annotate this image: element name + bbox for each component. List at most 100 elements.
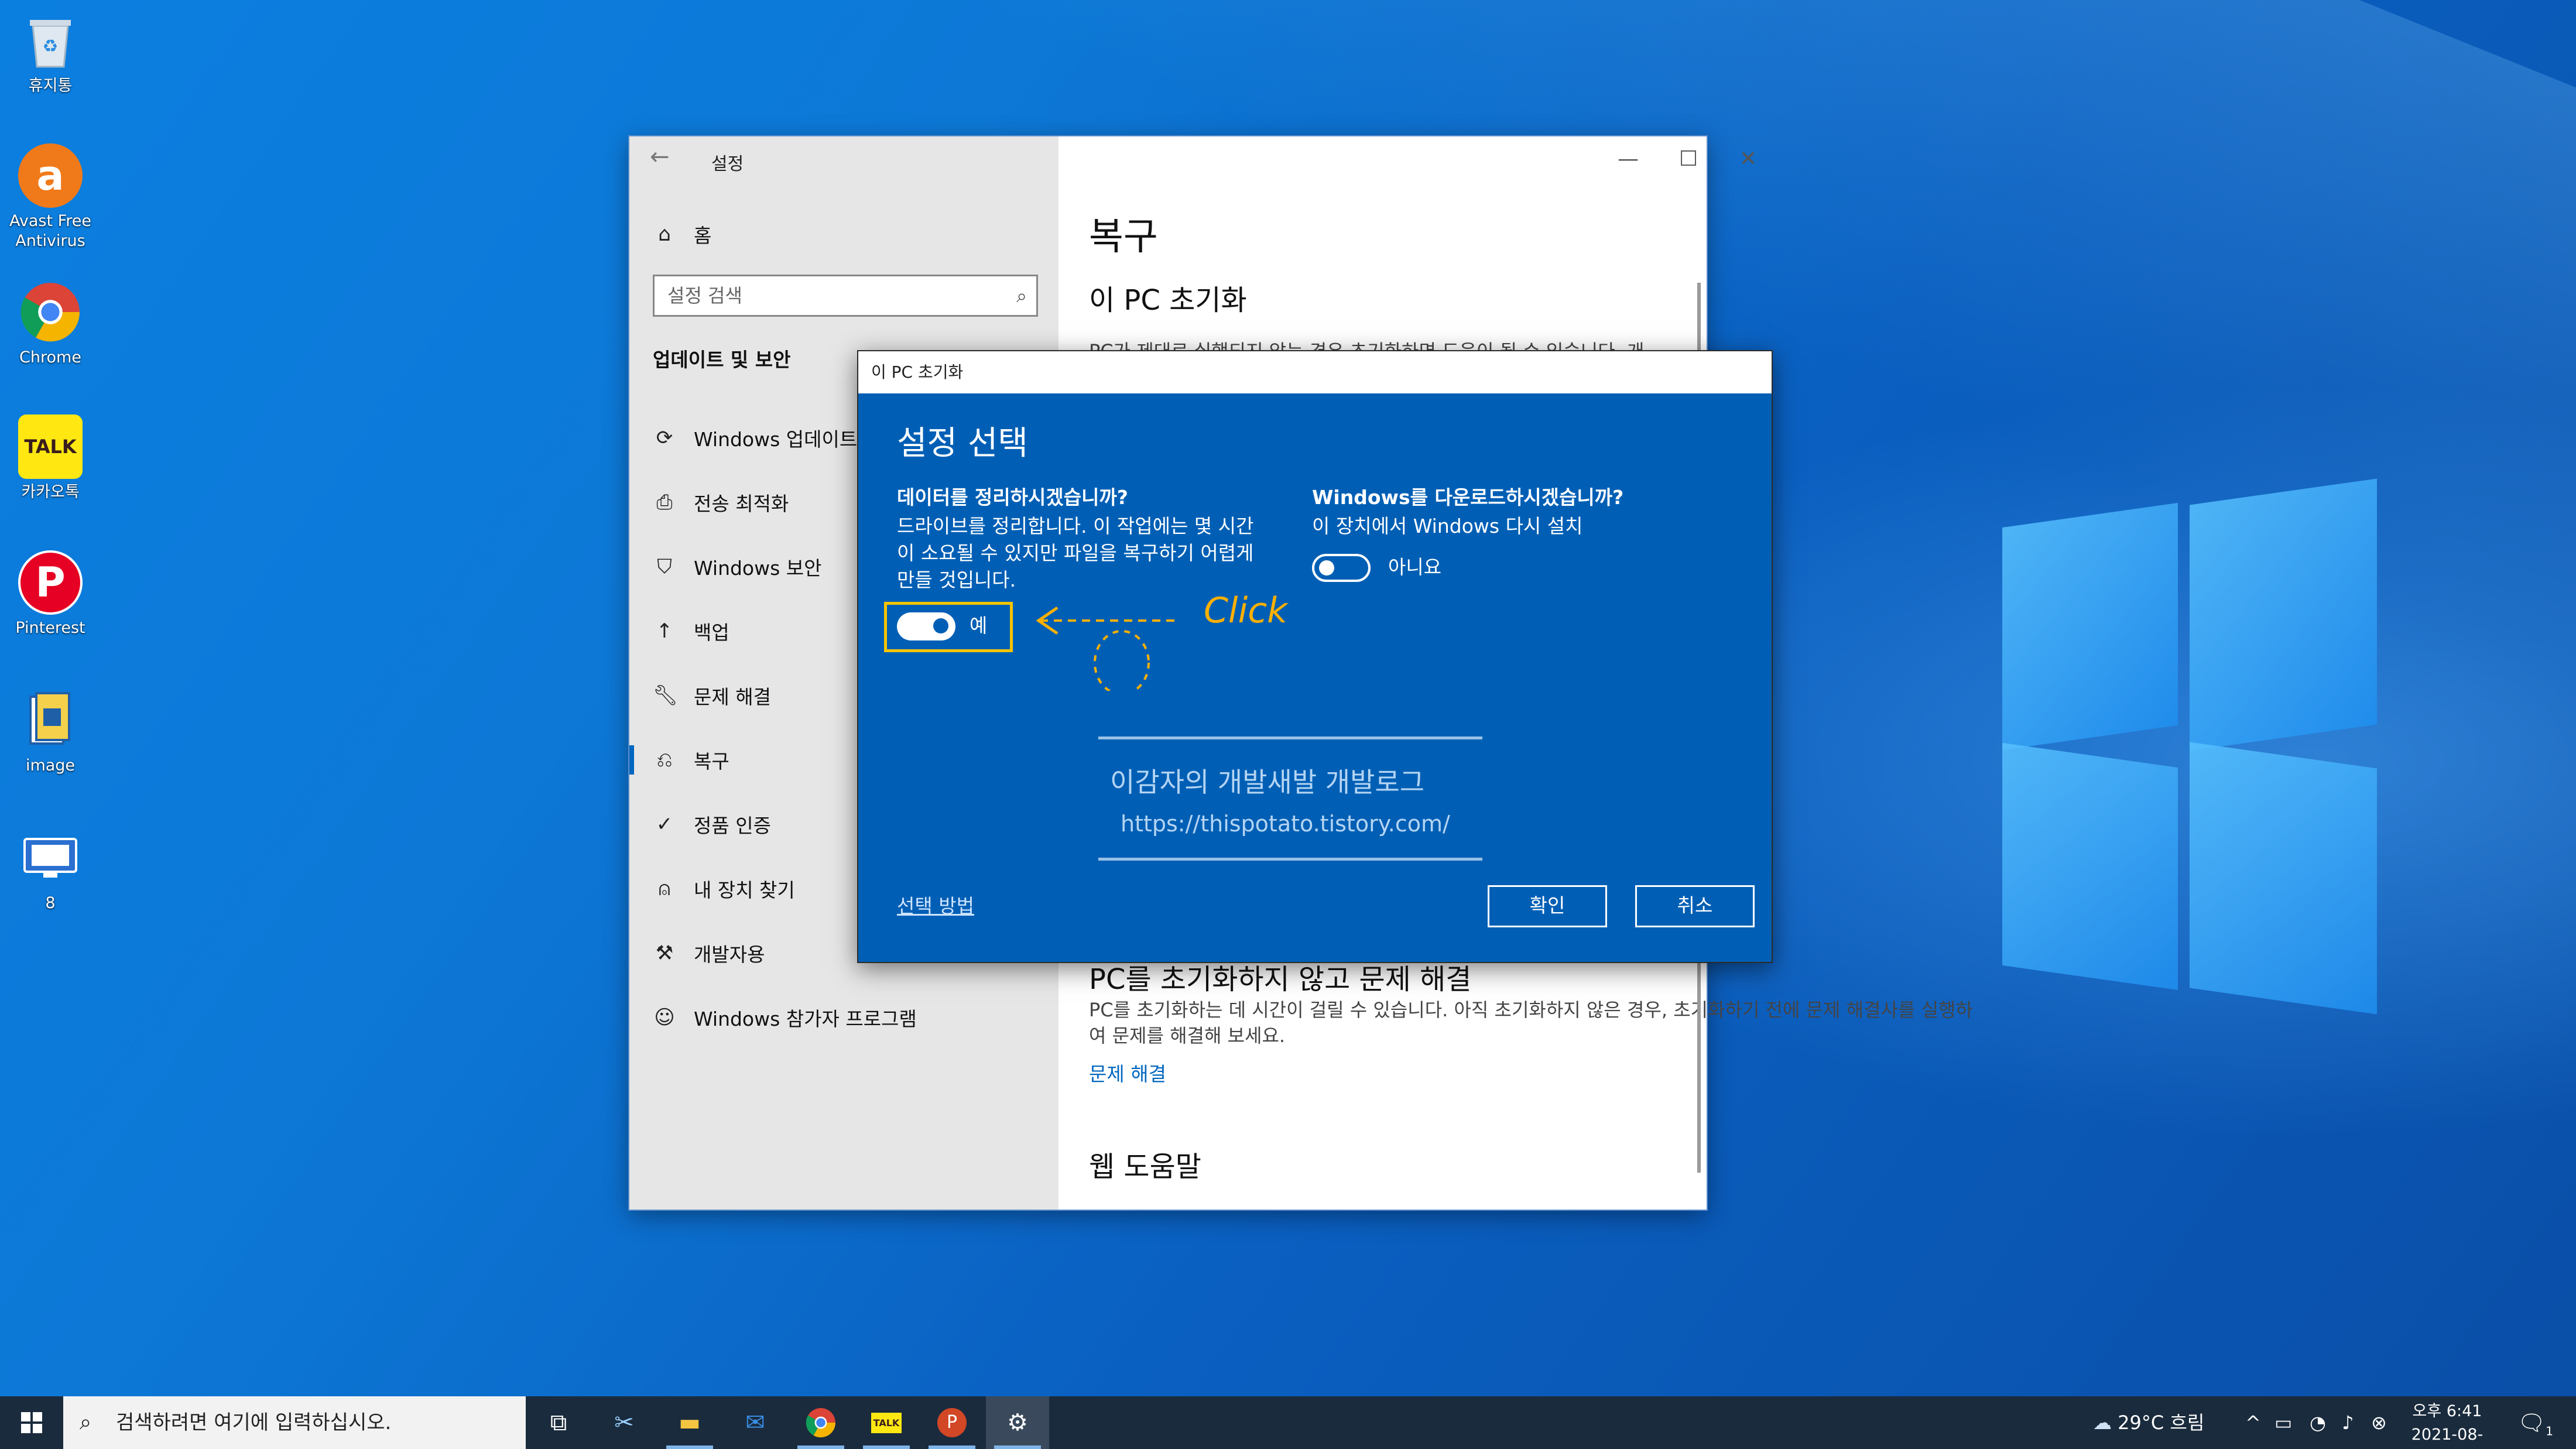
reset-pc-dialog: 이 PC 초기화 설정 선택 데이터를 정리하시겠습니까? 드라이브를 정리합니… <box>857 350 1773 963</box>
desktop-icon-recycle-bin[interactable]: ♻ 휴지통 <box>4 8 97 96</box>
sidebar-item-recovery[interactable]: ⎌ 복구 <box>653 742 729 777</box>
mail-icon: ✉ <box>745 1409 765 1436</box>
taskbar-app-powerpoint[interactable]: P <box>920 1396 984 1449</box>
tray-overflow-chevron-icon[interactable]: ^ <box>2245 1396 2261 1449</box>
taskbar-app-mail[interactable]: ✉ <box>724 1396 787 1449</box>
taskbar: ⌕ 검색하려면 여기에 입력하십시오. ⧉ ✂ ▬ ✉ TALK P ⚙ ☁ 2… <box>0 1396 2576 1449</box>
desktop-icon-kakaotalk[interactable]: TALK 카카오톡 <box>4 415 97 502</box>
folder-icon: ▬ <box>679 1409 701 1436</box>
watermark-top-line <box>1098 737 1482 739</box>
sidebar-item-find-my-device[interactable]: ⍝ 내 장치 찾기 <box>653 871 795 906</box>
start-button[interactable] <box>0 1396 63 1449</box>
window-title: 설정 <box>711 154 744 174</box>
kakaotalk-icon: TALK <box>871 1412 902 1433</box>
notification-center-icon[interactable]: 🗨︎1 <box>2517 1396 2553 1449</box>
back-arrow-icon[interactable]: ← <box>650 143 670 170</box>
chrome-icon <box>806 1408 835 1438</box>
backup-arrow-icon: ↑ <box>656 619 673 643</box>
desktop-icon-image[interactable]: image <box>4 688 97 776</box>
taskbar-search-input[interactable]: ⌕ 검색하려면 여기에 입력하십시오. <box>63 1396 526 1449</box>
desktop-icon-pinterest[interactable]: P Pinterest <box>4 550 97 638</box>
sidebar-item-label: 복구 <box>694 750 729 773</box>
annotation-click-text: Click <box>1204 590 1287 631</box>
ok-button[interactable]: 확인 <box>1488 885 1607 927</box>
clean-data-toggle-label: 예 <box>970 614 988 637</box>
watermark-bottom-line <box>1098 858 1482 861</box>
web-help-heading: 웹 도움말 <box>1089 1150 1201 1183</box>
dialog-heading: 설정 선택 <box>897 424 1028 463</box>
sidebar-item-for-developers[interactable]: ⚒ 개발자용 <box>653 936 765 971</box>
sidebar-item-troubleshoot[interactable]: 🔧︎ 문제 해결 <box>653 678 771 713</box>
sidebar-item-label: 개발자용 <box>694 943 765 966</box>
taskbar-app-kakaotalk[interactable]: TALK <box>855 1396 918 1449</box>
how-to-choose-link[interactable]: 선택 방법 <box>897 893 974 920</box>
desktop-icon-avast[interactable]: a Avast Free Antivirus <box>4 143 97 251</box>
taskbar-app-snip[interactable]: ✂ <box>592 1396 656 1449</box>
sidebar-item-label: Windows 보안 <box>694 557 822 580</box>
taskbar-app-settings[interactable]: ⚙ <box>986 1396 1049 1449</box>
toggle-knob <box>933 618 948 633</box>
desktop-icon-label: Pinterest <box>15 619 85 637</box>
sidebar-item-windows-security[interactable]: ⛉ Windows 보안 <box>653 549 822 584</box>
search-placeholder: 설정 검색 <box>667 285 742 307</box>
sidebar-item-label: 홈 <box>694 224 712 247</box>
recovery-icon: ⎌ <box>656 748 673 772</box>
monitor-icon <box>18 825 83 890</box>
sync-icon: ⟳ <box>656 426 673 450</box>
watermark-url: https://thispotato.tistory.com/ <box>1121 811 1450 837</box>
sidebar-item-label: Windows 업데이트 <box>694 428 858 451</box>
desktop-icon-label: Chrome <box>19 348 81 366</box>
sidebar-item-label: 전송 최적화 <box>694 492 789 515</box>
ime-icon[interactable]: ⊗ <box>2371 1396 2387 1449</box>
cancel-button[interactable]: 취소 <box>1635 885 1755 927</box>
download-windows-toggle[interactable] <box>1312 554 1371 582</box>
clean-data-desc-2: 이 소요될 수 있지만 파일을 복구하기 어렵게 <box>897 542 1254 564</box>
windows-icon <box>21 1412 42 1433</box>
taskbar-app-explorer[interactable]: ▬ <box>658 1396 721 1449</box>
troubleshoot-link[interactable]: 문제 해결 <box>1089 1059 1166 1087</box>
search-placeholder: 검색하려면 여기에 입력하십시오. <box>116 1411 392 1434</box>
weather-text: 29°C 흐림 <box>2118 1412 2205 1434</box>
selected-indicator <box>629 745 634 775</box>
download-windows-desc: 이 장치에서 Windows 다시 설치 <box>1312 515 1583 537</box>
watermark-title: 이감자의 개발새발 개발로그 <box>1110 766 1425 798</box>
volume-icon[interactable]: ♪ <box>2342 1396 2354 1449</box>
clean-data-desc-1: 드라이브를 정리합니다. 이 작업에는 몇 시간 <box>897 515 1254 537</box>
wrench-icon: 🔧︎ <box>653 684 679 707</box>
sidebar-item-activation[interactable]: ✓ 정품 인증 <box>653 807 771 842</box>
search-icon: ⌕ <box>80 1410 92 1434</box>
notification-count: 1 <box>2546 1424 2553 1438</box>
network-icon[interactable]: ◔ <box>2310 1396 2326 1449</box>
sidebar-item-label: 백업 <box>694 621 729 644</box>
desktop-icon-8[interactable]: 8 <box>4 825 97 913</box>
task-view-button[interactable]: ⧉ <box>527 1396 590 1449</box>
clock-time: 오후 6:41 <box>2412 1402 2482 1420</box>
dev-tools-icon: ⚒ <box>655 941 674 965</box>
svg-text:♻: ♻ <box>43 36 59 57</box>
sidebar-item-windows-insider[interactable]: ☺ Windows 참가자 프로그램 <box>653 1000 917 1035</box>
weather-widget[interactable]: ☁ 29°C 흐림 <box>2093 1396 2204 1449</box>
home-icon: ⌂ <box>658 222 671 246</box>
settings-search-input[interactable]: 설정 검색 ⌕ <box>653 275 1038 317</box>
clean-data-toggle[interactable] <box>897 612 955 640</box>
sidebar-item-home[interactable]: ⌂ 홈 <box>653 217 711 252</box>
minimize-icon[interactable]: — <box>1618 147 1639 171</box>
troubleshoot-description: PC를 초기화하는 데 시간이 걸릴 수 있습니다. 아직 초기화하지 않은 경… <box>1089 999 1973 1047</box>
desktop-icon-label: 카카오톡 <box>21 483 80 501</box>
sidebar-item-delivery-optimization[interactable]: ⎙ 전송 최적화 <box>653 485 789 520</box>
clock[interactable]: 오후 6:41 2021-08-08 <box>2406 1400 2488 1449</box>
avast-icon: a <box>18 143 83 208</box>
battery-icon[interactable]: ▭ <box>2274 1396 2292 1449</box>
close-icon[interactable]: ✕ <box>1739 147 1757 171</box>
insider-cat-icon: ☺ <box>654 1006 675 1029</box>
cloud-icon: ☁ <box>2093 1412 2112 1434</box>
taskbar-app-chrome[interactable] <box>789 1396 852 1449</box>
gear-icon: ⚙ <box>1007 1409 1028 1436</box>
windows-wallpaper-logo <box>1979 478 2389 1015</box>
sidebar-item-windows-update[interactable]: ⟳ Windows 업데이트 <box>653 420 858 455</box>
desktop-icon-label: image <box>25 756 76 775</box>
chrome-icon <box>18 280 83 344</box>
desktop-icon-chrome[interactable]: Chrome <box>4 280 97 368</box>
maximize-icon[interactable]: ☐ <box>1679 147 1698 171</box>
sidebar-item-backup[interactable]: ↑ 백업 <box>653 614 729 649</box>
